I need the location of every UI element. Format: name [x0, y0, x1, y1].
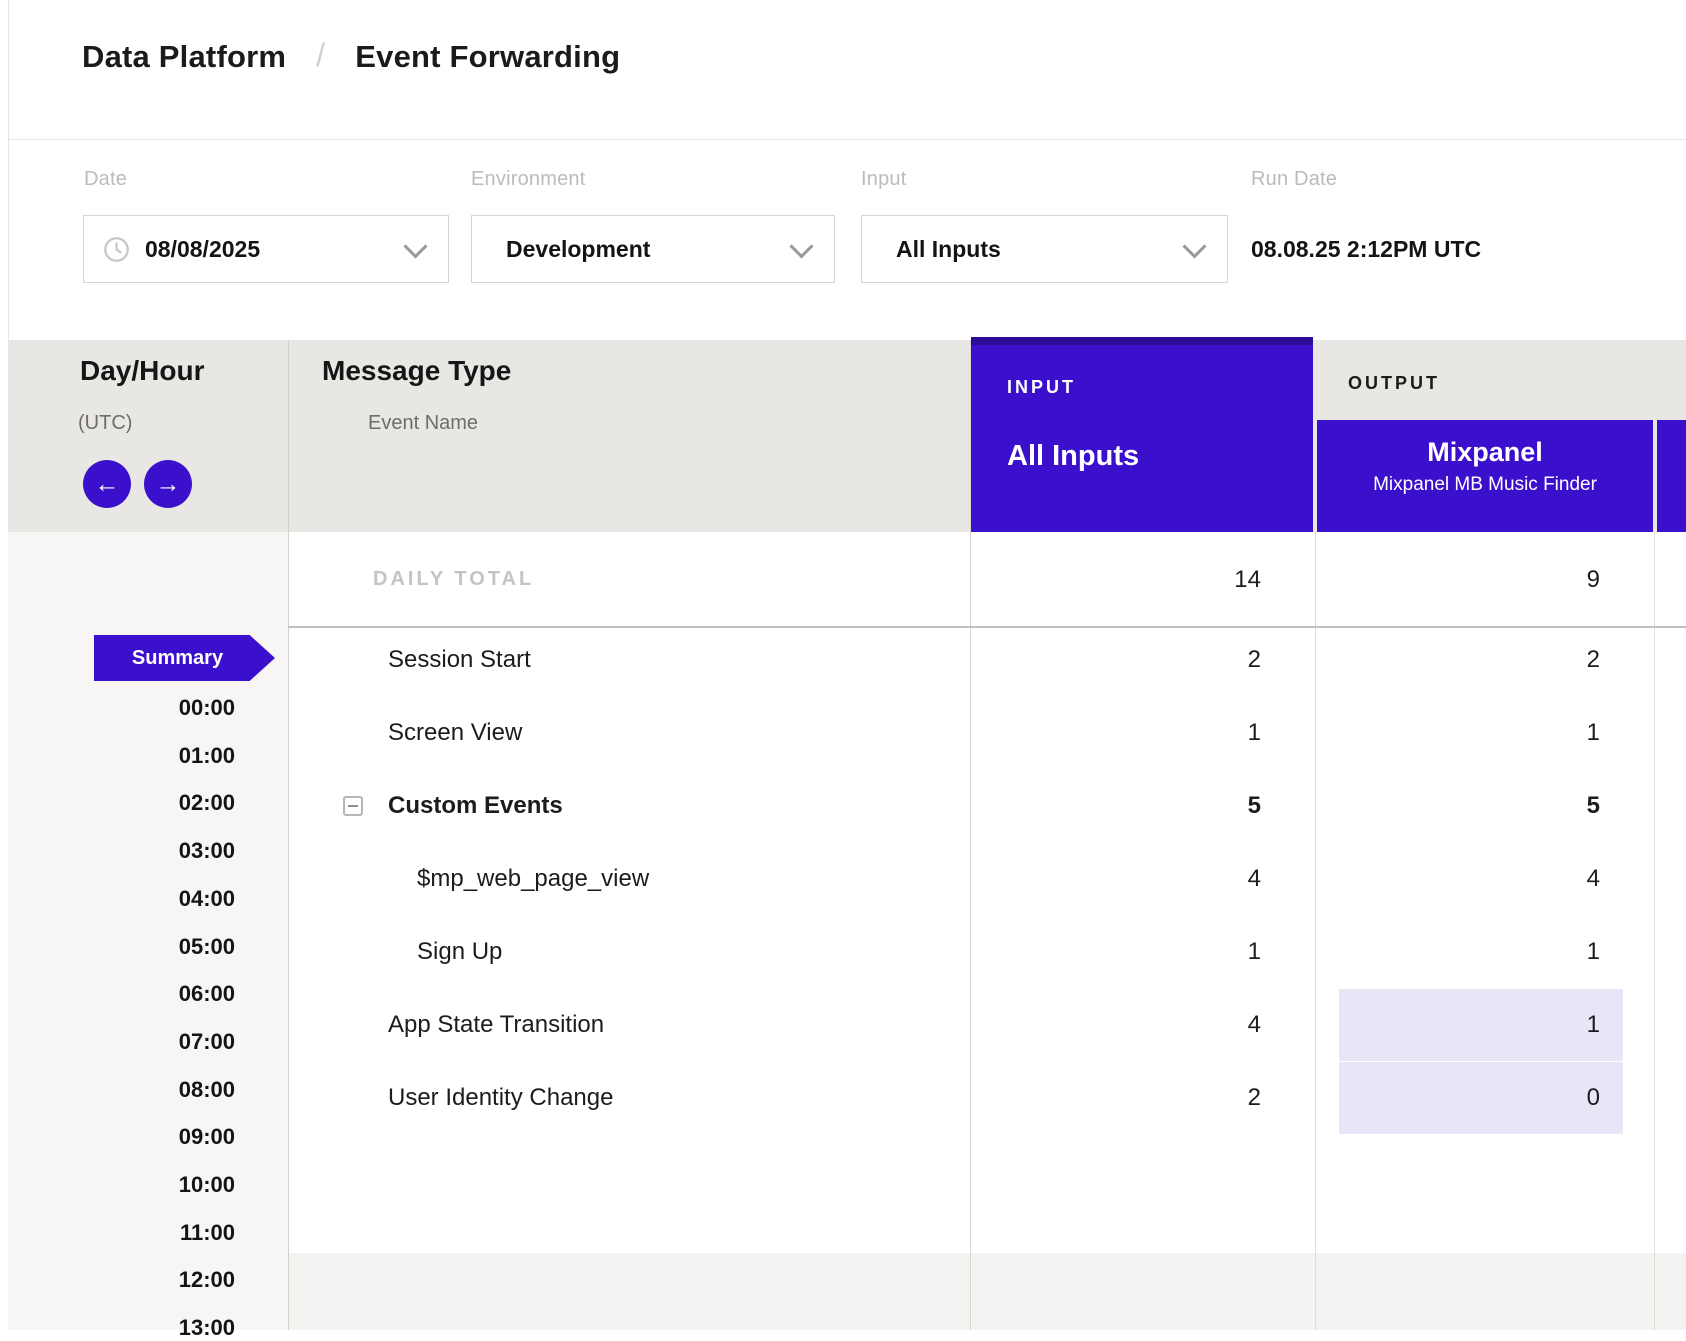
mismatch-highlight	[1339, 1062, 1623, 1134]
date-dropdown[interactable]: 08/08/2025	[83, 215, 449, 283]
breadcrumb-parent[interactable]: Data Platform	[82, 39, 286, 75]
event-forwarding-page: { "breadcrumb": { "parent": "Data Platfo…	[0, 0, 1686, 1330]
output-column-header-mixpanel: Mixpanel Mixpanel MB Music Finder	[1317, 420, 1653, 532]
output-count-cell: 1	[1313, 989, 1654, 1061]
breadcrumb: Data Platform / Event Forwarding	[82, 38, 620, 75]
output-count-cell: 2	[1313, 624, 1654, 696]
run-date-value: 08.08.25 2:12PM UTC	[1251, 215, 1481, 283]
daily-total-input-value: 14	[970, 532, 1313, 627]
run-date-label: Run Date	[1251, 168, 1337, 191]
hour-row-1100[interactable]: 11:00	[95, 1220, 235, 1246]
chevron-down-icon	[403, 234, 427, 258]
event-name-label: User Identity Change	[388, 1062, 613, 1134]
hour-row-0800[interactable]: 08:00	[95, 1077, 235, 1103]
arrow-right-icon: →	[156, 472, 181, 497]
event-name-label: Screen View	[388, 697, 522, 769]
hour-row-0700[interactable]: 07:00	[95, 1029, 235, 1055]
chevron-down-icon	[789, 234, 813, 258]
table-row: Custom Events 55	[288, 770, 1686, 842]
hour-row-0100[interactable]: 01:00	[95, 743, 235, 769]
breadcrumb-separator: /	[316, 37, 325, 74]
table-row: Session Start 22	[288, 624, 1686, 696]
output-column-header-partial	[1657, 420, 1686, 532]
date-filter-label: Date	[84, 168, 127, 191]
date-value: 08/08/2025	[145, 236, 260, 263]
input-count-cell: 5	[970, 770, 1313, 842]
output-count-cell: 0	[1313, 1062, 1654, 1134]
event-name-label: Custom Events	[388, 770, 563, 842]
table-row: Screen View 11	[288, 697, 1686, 769]
environment-filter-label: Environment	[471, 168, 585, 191]
day-hour-column-subtitle: (UTC)	[78, 412, 132, 435]
hour-row-0600[interactable]: 06:00	[95, 981, 235, 1007]
output-name: Mixpanel	[1317, 437, 1653, 468]
hour-row-0000[interactable]: 00:00	[95, 695, 235, 721]
output-subname: Mixpanel MB Music Finder	[1317, 474, 1653, 496]
page-title: Event Forwarding	[355, 39, 620, 75]
summary-row-flag[interactable]: Summary	[94, 635, 275, 681]
output-count-cell: 1	[1313, 916, 1654, 988]
hour-row-0400[interactable]: 04:00	[95, 886, 235, 912]
table-row: User Identity Change 20	[288, 1062, 1686, 1134]
input-count-cell: 1	[970, 916, 1313, 988]
event-name-label: $mp_web_page_view	[417, 843, 649, 915]
input-count-cell: 1	[970, 697, 1313, 769]
output-section-label: OUTPUT	[1348, 373, 1440, 394]
hour-row-0500[interactable]: 05:00	[95, 934, 235, 960]
hour-row-1200[interactable]: 12:00	[95, 1267, 235, 1293]
hour-row-0300[interactable]: 03:00	[95, 838, 235, 864]
daily-total-output-value: 9	[1313, 532, 1654, 627]
input-dropdown[interactable]: All Inputs	[861, 215, 1228, 283]
header-divider	[8, 139, 1686, 140]
chevron-down-icon	[1182, 234, 1206, 258]
input-section-label: INPUT	[1007, 377, 1076, 398]
output-count-cell: 5	[1313, 770, 1654, 842]
environment-dropdown[interactable]: Development	[471, 215, 835, 283]
input-count-cell: 4	[970, 843, 1313, 915]
previous-day-button[interactable]: ←	[83, 460, 131, 508]
arrow-left-icon: ←	[95, 472, 120, 497]
input-count-cell: 2	[970, 624, 1313, 696]
table-row: Sign Up 11	[288, 916, 1686, 988]
table-row: App State Transition 41	[288, 989, 1686, 1061]
mismatch-highlight	[1339, 989, 1623, 1061]
message-type-column-title: Message Type	[322, 355, 511, 387]
input-filter-label: Input	[861, 168, 906, 191]
day-hour-column-title: Day/Hour	[80, 355, 204, 387]
next-day-button[interactable]: →	[144, 460, 192, 508]
environment-value: Development	[506, 236, 650, 263]
hour-row-0200[interactable]: 02:00	[95, 790, 235, 816]
daily-total-label: DAILY TOTAL	[373, 532, 534, 627]
hour-row-1000[interactable]: 10:00	[95, 1172, 235, 1198]
collapse-minus-icon[interactable]	[343, 796, 363, 816]
daily-total-row: DAILY TOTAL 14 9	[288, 532, 1686, 627]
summary-label: Summary	[132, 647, 223, 670]
clock-icon	[103, 236, 130, 263]
input-column-header: INPUT All Inputs	[971, 337, 1313, 532]
message-type-column-subtitle: Event Name	[368, 412, 478, 435]
input-count-cell: 2	[970, 1062, 1313, 1134]
input-value: All Inputs	[896, 236, 1001, 263]
hour-row-1300[interactable]: 13:00	[95, 1315, 235, 1341]
hour-row-0900[interactable]: 09:00	[95, 1124, 235, 1150]
event-name-label: Session Start	[388, 624, 531, 696]
event-name-label: Sign Up	[417, 916, 502, 988]
input-header-top-strip	[971, 337, 1313, 345]
table-row: $mp_web_page_view 44	[288, 843, 1686, 915]
input-count-cell: 4	[970, 989, 1313, 1061]
table-footer-band	[288, 1253, 1686, 1330]
event-name-label: App State Transition	[388, 989, 604, 1061]
output-count-cell: 4	[1313, 843, 1654, 915]
output-count-cell: 1	[1313, 697, 1654, 769]
input-column-name: All Inputs	[1007, 440, 1139, 473]
